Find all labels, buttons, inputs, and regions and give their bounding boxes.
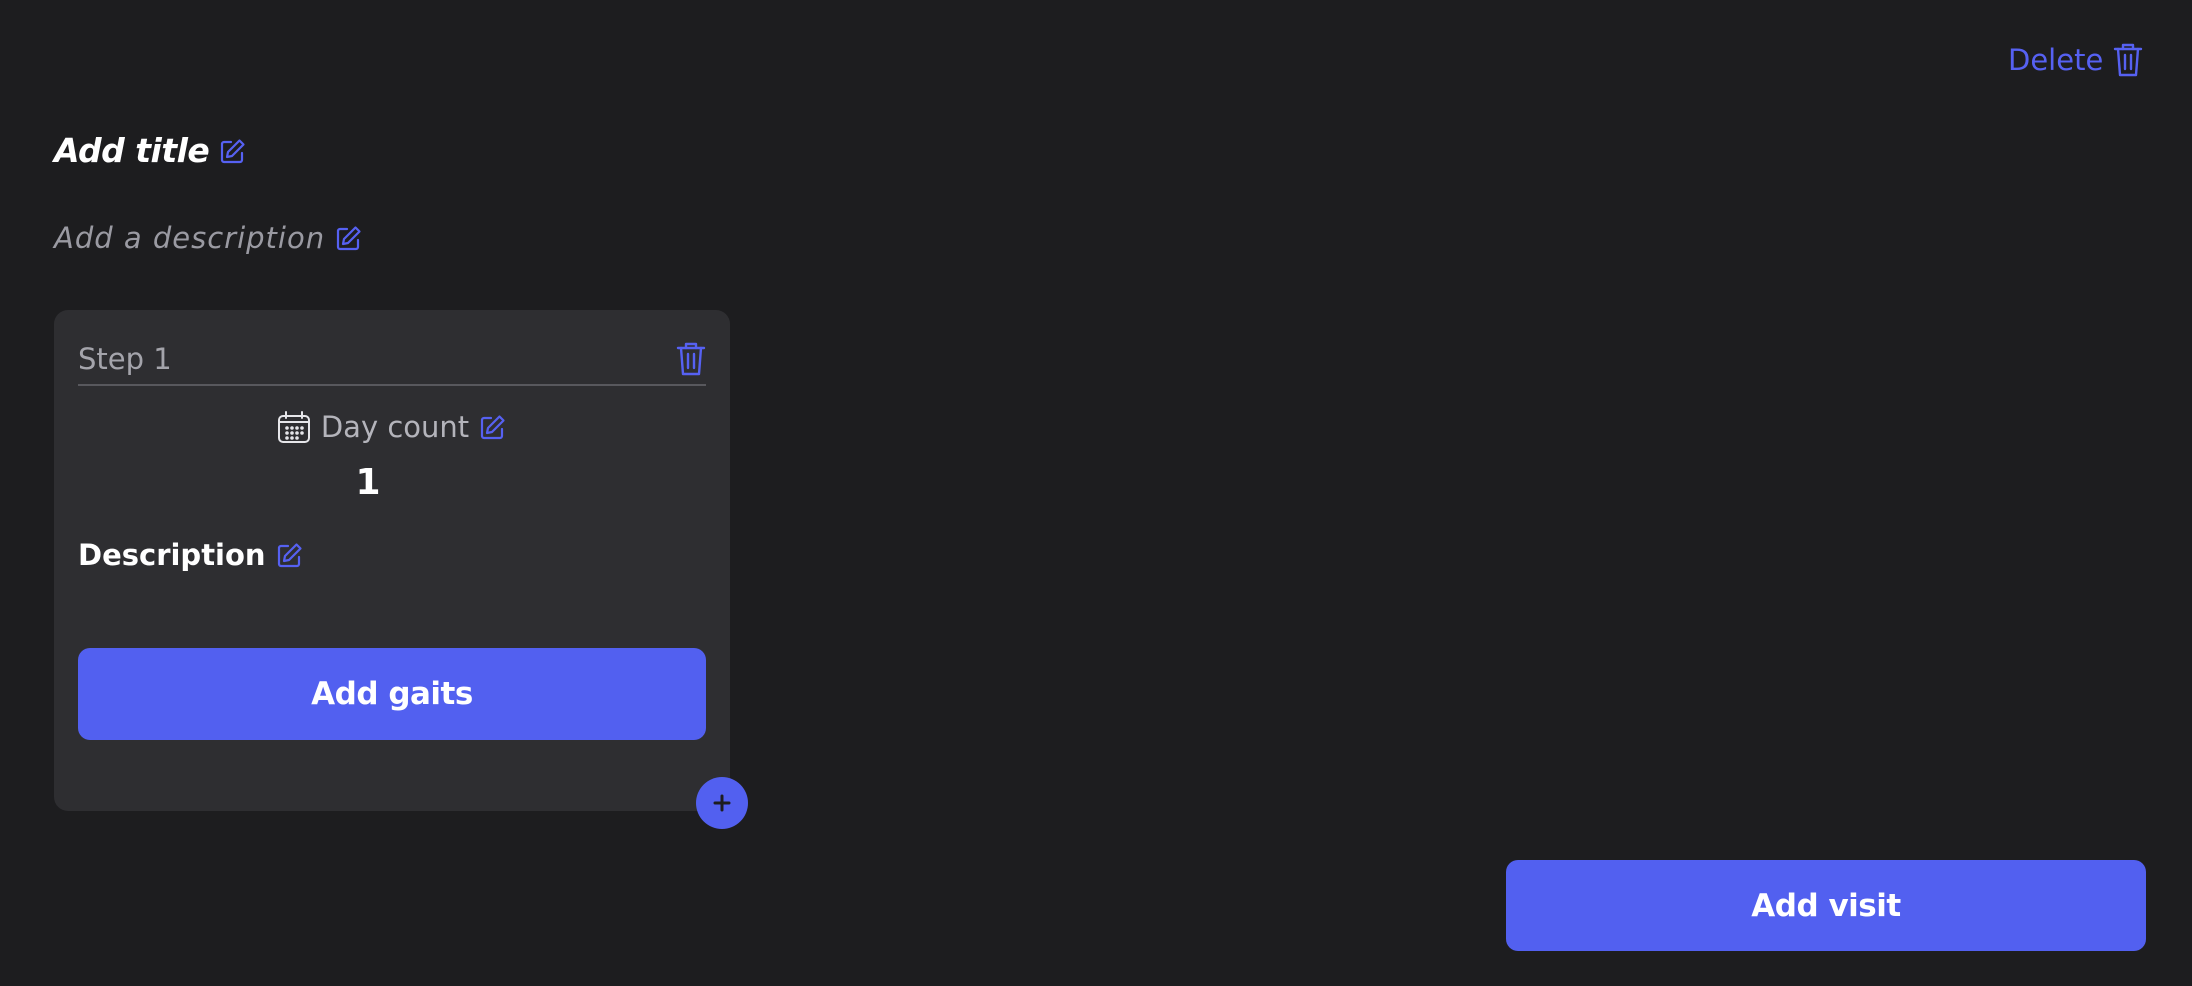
edit-description-icon[interactable] [335,224,363,252]
plan-title: Add title [54,131,210,170]
step-description-row: Description [78,538,304,572]
plan-title-row: Add title [54,131,247,170]
plan-description: Add a description [54,221,326,255]
delete-plan-button[interactable]: Delete [2008,42,2143,78]
edit-day-count-icon[interactable] [479,413,507,441]
step-name: Step 1 [78,342,172,376]
step-card: Step 1 Day count 1 Description Add gaits [54,310,730,811]
day-count-label: Day count [320,410,470,444]
day-count-value: 1 [355,462,381,503]
trash-icon [2113,42,2143,78]
add-gaits-button[interactable]: Add gaits [78,648,706,740]
calendar-icon [277,410,311,444]
plan-editor-page: Delete Add title Add a description Step … [0,0,2192,986]
edit-step-description-icon[interactable] [276,541,304,569]
day-count-row: Day count [54,410,730,444]
add-visit-button[interactable]: Add visit [1506,860,2146,951]
plan-description-row: Add a description [54,221,363,255]
delete-label: Delete [2008,43,2104,77]
step-name-field[interactable]: Step 1 [78,334,706,386]
add-step-button[interactable] [696,777,748,829]
edit-title-icon[interactable] [219,137,247,165]
step-description-label: Description [78,538,266,572]
plus-icon [712,793,732,813]
delete-step-icon[interactable] [676,341,706,377]
